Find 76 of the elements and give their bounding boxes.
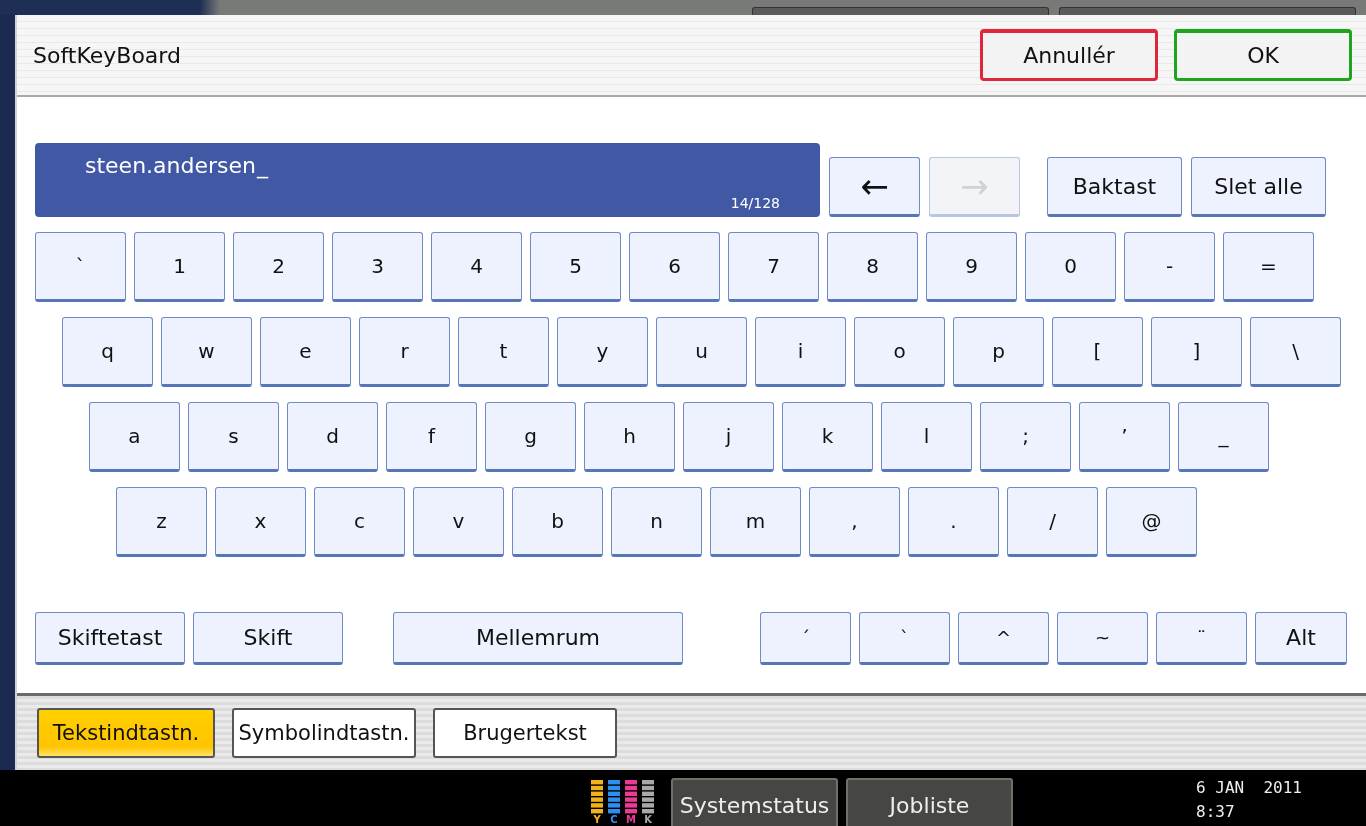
keyboard-key[interactable]: i [755,317,846,387]
date-text: 6 JAN 2011 [1196,777,1302,799]
ink-label: C [610,814,618,826]
accent-key[interactable]: ^ [958,612,1049,665]
tab[interactable]: Brugertekst [433,708,617,758]
accent-key[interactable]: ~ [1057,612,1148,665]
keyboard-key[interactable]: b [512,487,603,557]
keyboard-key[interactable]: y [557,317,648,387]
keyboard-key[interactable]: 6 [629,232,720,302]
status-button[interactable]: Systemstatus [671,778,838,826]
keyboard-key[interactable]: ] [1151,317,1242,387]
input-field[interactable]: steen.andersen_ 14/128 [35,143,820,217]
ink-label: Y [593,814,601,826]
keyboard-key[interactable]: l [881,402,972,472]
keyboard-key[interactable]: ` [35,232,126,302]
tab[interactable]: Symbolindtastn. [232,708,416,758]
ink-label: K [644,814,652,826]
keyboard-key[interactable]: c [314,487,405,557]
keyboard-key[interactable]: r [359,317,450,387]
keyboard-key[interactable]: 4 [431,232,522,302]
keyboard-key[interactable]: / [1007,487,1098,557]
keyboard-key[interactable]: 0 [1025,232,1116,302]
ink-label: M [626,814,636,826]
status-button[interactable]: Jobliste [846,778,1013,826]
keyboard-key[interactable]: q [62,317,153,387]
keyboard-key[interactable]: e [260,317,351,387]
cancel-button[interactable]: Annullér [980,29,1158,81]
alt-key[interactable]: Alt [1255,612,1347,665]
keyboard-key[interactable]: - [1124,232,1215,302]
keyboard-key[interactable]: s [188,402,279,472]
keyboard-key[interactable]: j [683,402,774,472]
keyboard-key[interactable]: = [1223,232,1314,302]
keyboard-key[interactable]: , [809,487,900,557]
keyboard-key[interactable]: o [854,317,945,387]
keyboard-key[interactable]: . [908,487,999,557]
shift-key[interactable]: Skiftetast [35,612,185,665]
window-title: SoftKeyBoard [33,42,181,68]
keyboard-key[interactable]: t [458,317,549,387]
keyboard-key[interactable]: k [782,402,873,472]
keyboard-key[interactable]: 8 [827,232,918,302]
keyboard-key[interactable]: d [287,402,378,472]
keyboard-key[interactable]: f [386,402,477,472]
keyboard-key[interactable]: x [215,487,306,557]
ok-button[interactable]: OK [1174,29,1352,81]
keyboard-key[interactable]: 9 [926,232,1017,302]
accent-key[interactable]: ´ [760,612,851,665]
cursor-left-button[interactable]: ← [829,157,920,217]
keyboard-key[interactable]: u [656,317,747,387]
keyboard-key[interactable]: a [89,402,180,472]
tab[interactable]: Tekstindtastn. [37,708,215,758]
keyboard-key[interactable]: ; [980,402,1071,472]
keyboard-key[interactable]: m [710,487,801,557]
keyboard-key[interactable]: n [611,487,702,557]
edit-button[interactable]: Baktast [1047,157,1182,217]
shift-key[interactable]: Skift [193,612,343,665]
keyboard-key[interactable]: 1 [134,232,225,302]
keyboard-key[interactable]: 2 [233,232,324,302]
keyboard-key[interactable]: @ [1106,487,1197,557]
keyboard-key[interactable]: 5 [530,232,621,302]
time-text: 8:37 [1196,801,1236,823]
keyboard-key[interactable]: \ [1250,317,1341,387]
space-key[interactable]: Mellemrum [393,612,683,665]
keyboard-key[interactable]: _ [1178,402,1269,472]
keyboard-key[interactable]: [ [1052,317,1143,387]
accent-key[interactable]: ` [859,612,950,665]
keyboard-key[interactable]: ’ [1079,402,1170,472]
keyboard-key[interactable]: p [953,317,1044,387]
keyboard-key[interactable]: w [161,317,252,387]
keyboard-key[interactable]: g [485,402,576,472]
accent-key[interactable]: ¨ [1156,612,1247,665]
keyboard-key[interactable]: v [413,487,504,557]
keyboard-key[interactable]: z [116,487,207,557]
keyboard-key[interactable]: 7 [728,232,819,302]
edit-button[interactable]: Slet alle [1191,157,1326,217]
keyboard-key[interactable]: h [584,402,675,472]
keyboard-key[interactable]: 3 [332,232,423,302]
